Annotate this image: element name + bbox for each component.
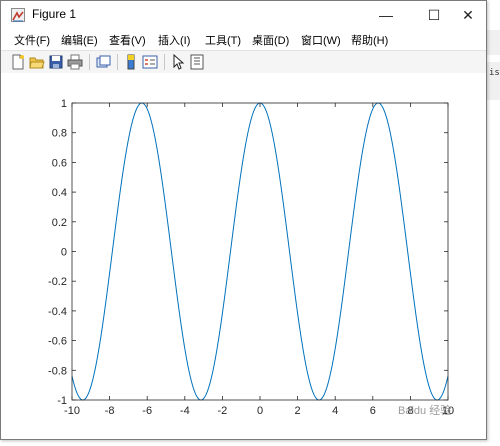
menu-edit[interactable]: 编辑(E) xyxy=(61,32,98,48)
x-tick-label: 6 xyxy=(370,405,376,417)
menu-help[interactable]: 帮助(H) xyxy=(351,32,388,48)
menu-insert[interactable]: 插入(I) xyxy=(158,32,190,48)
y-tick-label: 0.6 xyxy=(52,157,67,169)
cosine-plot[interactable]: -10 -8 -6 -4 -2 0 2 4 6 8 1010.80.60.40.20-0.2-0.4… xyxy=(1,73,486,439)
y-tick-label: 0.2 xyxy=(52,217,67,229)
menu-window[interactable]: 窗口(W) xyxy=(301,32,341,48)
y-tick-label: 0.8 xyxy=(52,128,67,140)
link-plot-icon[interactable] xyxy=(95,54,111,70)
matlab-figure-icon xyxy=(11,8,25,22)
save-icon[interactable] xyxy=(48,54,64,70)
figure-toolbar xyxy=(1,50,486,74)
y-tick-label: -0.6 xyxy=(48,336,67,348)
background-window-strip xyxy=(487,30,500,55)
window-title: Figure 1 xyxy=(32,7,77,21)
y-tick-label: -1 xyxy=(57,395,67,407)
y-tick-label: 0 xyxy=(61,247,67,259)
y-tick-label: -0.2 xyxy=(48,276,67,288)
property-inspector-icon[interactable] xyxy=(189,54,205,70)
y-tick-label: -0.8 xyxy=(48,365,67,377)
print-icon[interactable] xyxy=(67,54,83,70)
x-tick-label: -2 xyxy=(218,405,228,417)
legend-icon[interactable] xyxy=(142,54,158,70)
plot-area xyxy=(72,103,448,400)
menu-file[interactable]: 文件(F) xyxy=(14,32,50,48)
x-tick-label: -4 xyxy=(180,405,190,417)
new-figure-icon[interactable] xyxy=(10,54,26,70)
close-icon: ✕ xyxy=(462,6,474,23)
x-tick-label: 0 xyxy=(257,405,263,417)
watermark: Baidu 经验 xyxy=(398,405,452,417)
x-tick-label: 4 xyxy=(332,405,338,417)
minimize-icon: — xyxy=(379,7,393,23)
background-text: is xyxy=(489,68,500,78)
open-file-icon[interactable] xyxy=(29,54,45,70)
minimize-button[interactable]: — xyxy=(367,1,405,29)
colorbar-icon[interactable] xyxy=(123,54,139,70)
menu-tools[interactable]: 工具(T) xyxy=(205,32,241,48)
maximize-icon: ☐ xyxy=(427,6,441,23)
toolbar-separator xyxy=(117,54,118,70)
title-bar[interactable]: Figure 1 — ☐ ✕ xyxy=(1,1,486,29)
x-tick-label: -8 xyxy=(105,405,115,417)
menu-bar: 文件(F) 编辑(E) 查看(V) 插入(I) 工具(T) 桌面(D) 窗口(W… xyxy=(1,30,486,49)
pointer-icon[interactable] xyxy=(170,53,186,70)
figure-window: Figure 1 — ☐ ✕ 文件(F) 编辑(E) 查看(V) 插入(I) 工… xyxy=(0,0,487,440)
close-button[interactable]: ✕ xyxy=(449,1,487,29)
toolbar-separator xyxy=(89,54,90,70)
figure-canvas: -10 -8 -6 -4 -2 0 2 4 6 8 10 1 0.8 0.6 0.4 0.2 0 -0.2 -0.4… xyxy=(1,73,486,439)
y-tick-label: 1 xyxy=(61,98,67,110)
menu-desktop[interactable]: 桌面(D) xyxy=(252,32,289,48)
x-tick-label: -6 xyxy=(142,405,152,417)
y-tick-label: -0.4 xyxy=(48,306,67,318)
toolbar-separator xyxy=(164,54,165,70)
y-tick-label: 0.4 xyxy=(52,187,67,199)
x-tick-label: 2 xyxy=(295,405,301,417)
menu-view[interactable]: 查看(V) xyxy=(109,32,146,48)
maximize-button[interactable]: ☐ xyxy=(415,1,453,29)
